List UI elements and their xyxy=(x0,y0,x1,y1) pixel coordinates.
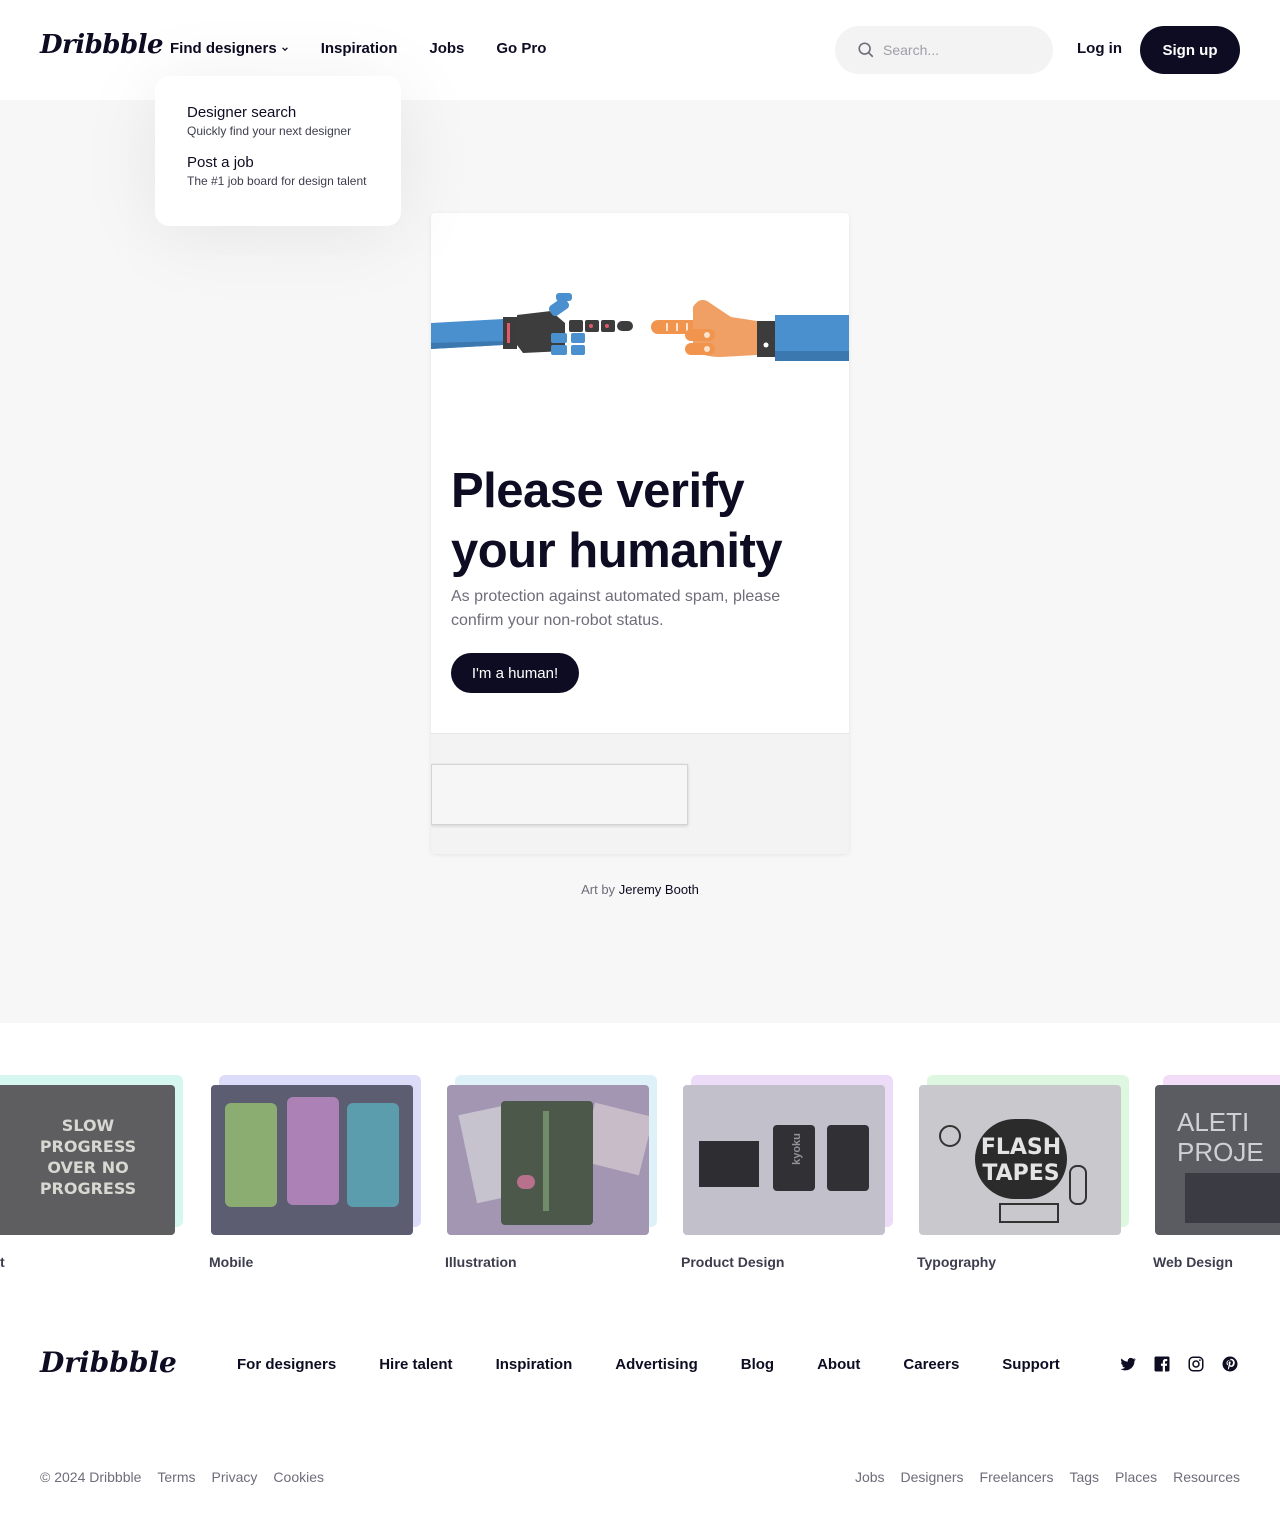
category-label: Product Design xyxy=(681,1254,785,1270)
category-thumbnail: SLOW PROGRESS OVER NO PROGRESS xyxy=(0,1085,175,1235)
category-label: Illustration xyxy=(445,1254,517,1270)
signup-button[interactable]: Sign up xyxy=(1140,26,1240,74)
im-human-button[interactable]: I'm a human! xyxy=(451,653,579,693)
thumbnail-text: FLASH TAPES xyxy=(980,1135,1062,1186)
footer-nav: For designers Hire talent Inspiration Ad… xyxy=(237,1356,1060,1373)
category-thumbnail: kyoku xyxy=(683,1085,885,1235)
pinterest-icon[interactable] xyxy=(1221,1355,1239,1373)
main-nav: Find designers Inspiration Jobs Go Pro xyxy=(170,40,546,57)
footer-link-careers[interactable]: Careers xyxy=(903,1356,959,1373)
footer-legal: © 2024 Dribbble Terms Privacy Cookies xyxy=(40,1469,324,1485)
footer-link-jobs[interactable]: Jobs xyxy=(855,1469,885,1485)
nav-find-designers-label: Find designers xyxy=(170,40,277,57)
social-links xyxy=(1119,1355,1239,1373)
footer-link-inspiration[interactable]: Inspiration xyxy=(496,1356,573,1373)
login-link[interactable]: Log in xyxy=(1077,40,1122,57)
footer-link-support[interactable]: Support xyxy=(1002,1356,1060,1373)
verify-description: As protection against automated spam, pl… xyxy=(451,588,781,629)
category-label: Mobile xyxy=(209,1254,254,1270)
footer-link-designers[interactable]: Designers xyxy=(901,1469,964,1485)
captcha-widget[interactable] xyxy=(431,764,688,825)
dribbble-logo[interactable]: Dribbble xyxy=(40,30,164,60)
footer-link-for-designers[interactable]: For designers xyxy=(237,1356,336,1373)
find-designers-dropdown: Designer search Quickly find your next d… xyxy=(155,76,401,226)
category-label: Typography xyxy=(917,1254,997,1270)
category-carousel: SLOW PROGRESS OVER NO PROGRESS t Mobile … xyxy=(0,1075,1280,1275)
category-label: Web Design xyxy=(1153,1254,1233,1270)
privacy-link[interactable]: Privacy xyxy=(212,1469,258,1485)
footer-dribbble-logo[interactable]: Dribbble xyxy=(40,1346,177,1379)
nav-go-pro[interactable]: Go Pro xyxy=(496,40,546,57)
footer-link-advertising[interactable]: Advertising xyxy=(615,1356,698,1373)
search-input[interactable] xyxy=(883,42,1033,58)
category-thumbnail xyxy=(211,1085,413,1235)
footer-link-freelancers[interactable]: Freelancers xyxy=(980,1469,1054,1485)
footer-link-blog[interactable]: Blog xyxy=(741,1356,774,1373)
nav-inspiration[interactable]: Inspiration xyxy=(321,40,398,57)
captcha-area xyxy=(431,733,849,854)
chevron-down-icon xyxy=(281,46,288,51)
footer-directory-links: Jobs Designers Freelancers Tags Places R… xyxy=(855,1469,1240,1485)
nav-jobs[interactable]: Jobs xyxy=(429,40,464,57)
cookies-link[interactable]: Cookies xyxy=(273,1469,324,1485)
nav-find-designers[interactable]: Find designers xyxy=(170,40,289,57)
footer-link-places[interactable]: Places xyxy=(1115,1469,1157,1485)
dropdown-item-title: Designer search xyxy=(187,104,297,121)
dropdown-item-post-job[interactable]: Post a job The #1 job board for design t… xyxy=(187,154,369,188)
art-credit-author-link[interactable]: Jeremy Booth xyxy=(619,882,699,897)
category-thumbnail: FLASH TAPES xyxy=(919,1085,1121,1235)
dropdown-item-title: Post a job xyxy=(187,154,254,171)
category-card[interactable]: FLASH TAPES Typography xyxy=(917,1075,1129,1270)
instagram-icon[interactable] xyxy=(1187,1355,1205,1373)
category-card[interactable]: SLOW PROGRESS OVER NO PROGRESS t xyxy=(0,1075,183,1270)
thumbnail-text: SLOW PROGRESS OVER NO PROGRESS xyxy=(39,1116,137,1198)
category-card[interactable]: ALETI PROJE Web Design xyxy=(1153,1075,1280,1270)
facebook-icon[interactable] xyxy=(1153,1355,1171,1373)
verify-title: Please verify your humanity xyxy=(451,464,783,578)
robot-human-hands-illustration xyxy=(431,293,849,361)
footer-link-tags[interactable]: Tags xyxy=(1069,1469,1099,1485)
twitter-icon[interactable] xyxy=(1119,1355,1137,1373)
art-credit: Art by Jeremy Booth xyxy=(0,882,1280,897)
copyright-text: © 2024 Dribbble xyxy=(40,1469,142,1485)
category-card[interactable]: Mobile xyxy=(209,1075,421,1270)
search-icon xyxy=(858,42,874,58)
footer-link-about[interactable]: About xyxy=(817,1356,860,1373)
verify-section: Please verify your humanity As protectio… xyxy=(0,100,1280,1023)
category-thumbnail xyxy=(447,1085,649,1235)
category-card[interactable]: Illustration xyxy=(445,1075,657,1270)
footer-link-hire-talent[interactable]: Hire talent xyxy=(379,1356,452,1373)
verify-card: Please verify your humanity As protectio… xyxy=(431,213,849,854)
dropdown-item-subtitle: The #1 job board for design talent xyxy=(187,174,367,188)
footer-link-resources[interactable]: Resources xyxy=(1173,1469,1240,1485)
category-card[interactable]: kyoku Product Design xyxy=(681,1075,893,1270)
category-label: t xyxy=(0,1254,5,1270)
dropdown-item-designer-search[interactable]: Designer search Quickly find your next d… xyxy=(187,104,369,138)
dropdown-item-subtitle: Quickly find your next designer xyxy=(187,124,352,138)
art-credit-prefix: Art by xyxy=(581,882,616,897)
thumbnail-text: ALETI PROJE xyxy=(1177,1107,1264,1167)
terms-link[interactable]: Terms xyxy=(157,1469,195,1485)
search-bar[interactable] xyxy=(835,26,1053,74)
category-thumbnail: ALETI PROJE xyxy=(1155,1085,1280,1235)
